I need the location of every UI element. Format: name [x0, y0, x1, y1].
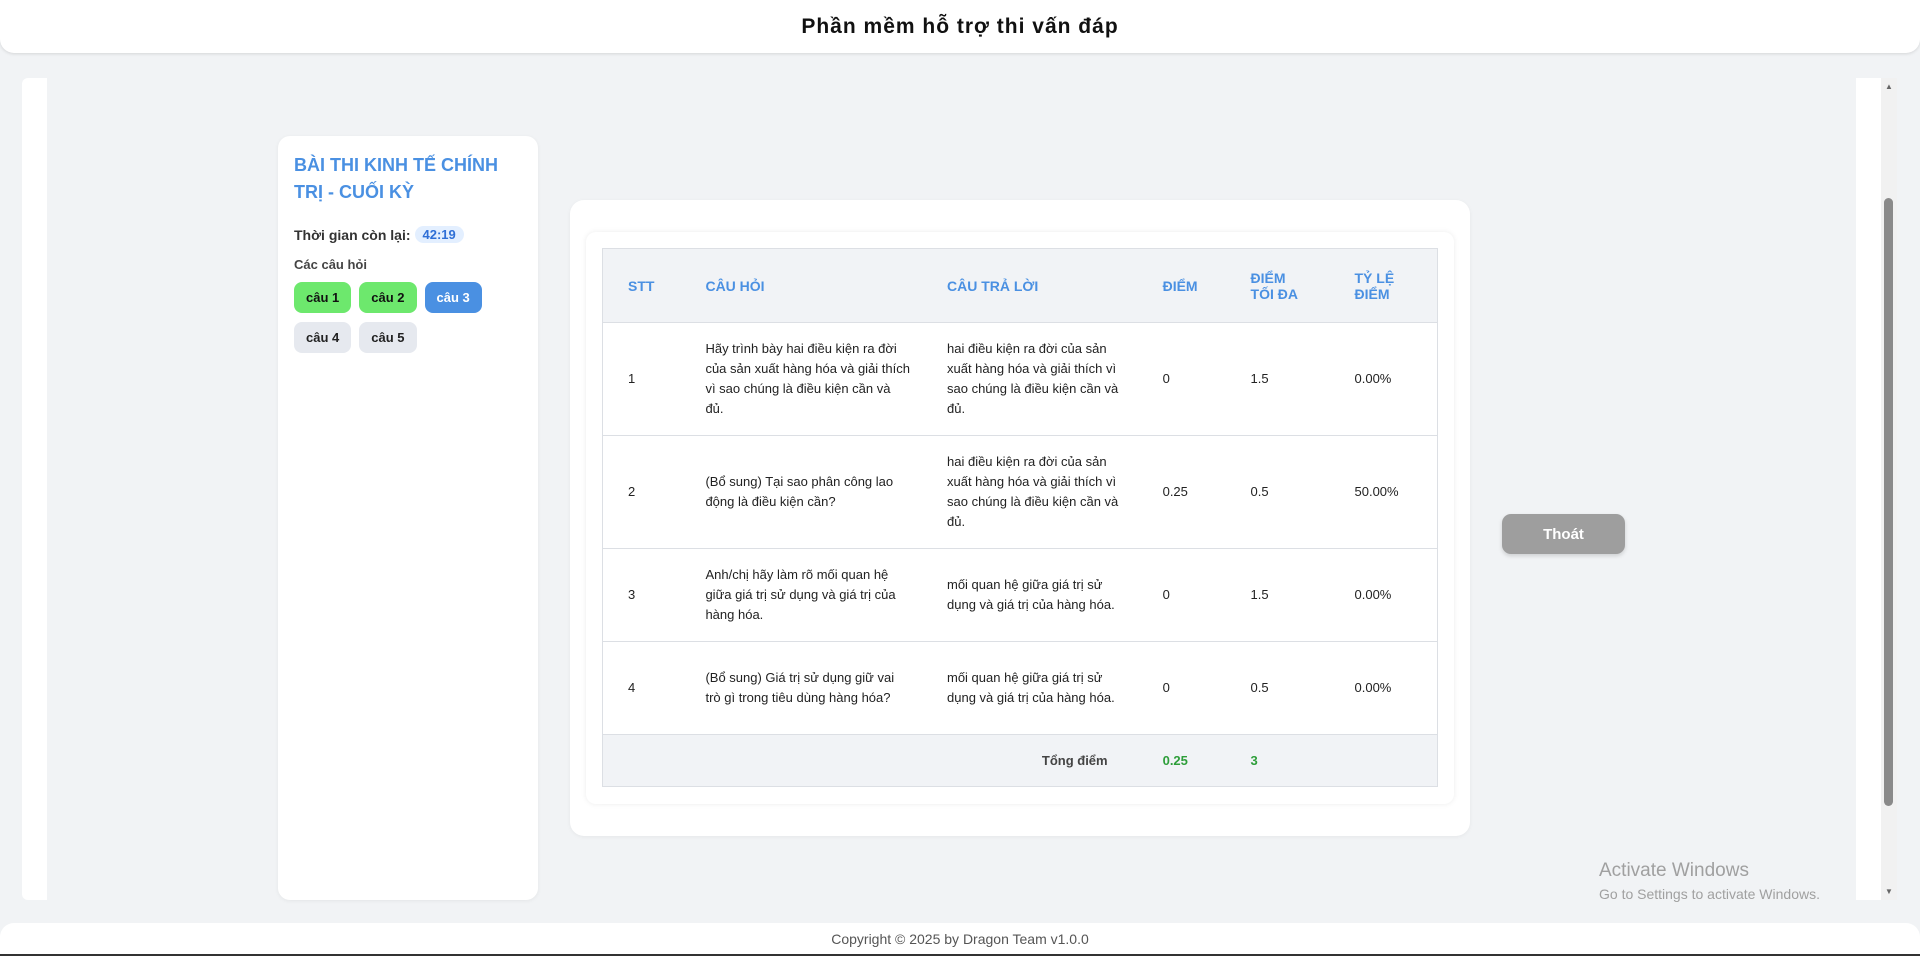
question-button-4[interactable]: câu 4 — [294, 322, 352, 353]
table-row: 3 Anh/chị hãy làm rõ mối quan hệ giữa gi… — [602, 548, 1438, 642]
results-card: STT CÂU HỎI CÂU TRẢ LỜI ĐIỂM ĐIỂM TỐI ĐA… — [570, 200, 1470, 836]
cell-question: Anh/chị hãy làm rõ mối quan hệ giữa giá … — [680, 548, 922, 642]
timer-badge: 42:19 — [414, 226, 464, 243]
cell-stt: 1 — [602, 322, 681, 436]
exam-title: BÀI THI KINH TẾ CHÍNH TRỊ - CUỐI KỲ — [294, 155, 498, 202]
cell-score: 0 — [1137, 548, 1226, 642]
app-header: Phần mềm hỗ trợ thi vấn đáp — [0, 0, 1920, 53]
cell-ratio: 0.00% — [1329, 322, 1438, 436]
cell-score: 0 — [1137, 641, 1226, 735]
cell-stt: 3 — [602, 548, 681, 642]
table-row: 2 (Bổ sung) Tại sao phân công lao động l… — [602, 435, 1438, 549]
column-header-stt: STT — [602, 248, 681, 323]
table-header-row: STT CÂU HỎI CÂU TRẢ LỜI ĐIỂM ĐIỂM TỐI ĐA… — [602, 248, 1438, 323]
total-empty-cell — [1329, 734, 1438, 787]
total-label: Tổng điểm — [602, 734, 1138, 787]
scroll-down-arrow-icon[interactable]: ▼ — [1885, 887, 1893, 896]
column-header-ratio: TỶ LỆ ĐIỂM — [1329, 248, 1438, 323]
total-row: Tổng điểm 0.25 3 — [602, 734, 1438, 787]
timer-row: Thời gian còn lại: 42:19 — [294, 226, 522, 243]
watermark-line-1: Activate Windows — [1599, 860, 1749, 881]
column-header-answer: CÂU TRẢ LỜI — [922, 248, 1138, 323]
question-button-5[interactable]: câu 5 — [359, 322, 417, 353]
questions-label: Các câu hỏi — [294, 257, 367, 272]
cell-ratio: 0.00% — [1329, 548, 1438, 642]
cell-score: 0 — [1137, 322, 1226, 436]
scrollbar[interactable]: ▲ ▼ — [1881, 78, 1897, 900]
cell-stt: 4 — [602, 641, 681, 735]
cell-question: Hãy trình bày hai điều kiện ra đời của s… — [680, 322, 922, 436]
results-table: STT CÂU HỎI CÂU TRẢ LỜI ĐIỂM ĐIỂM TỐI ĐA… — [602, 248, 1438, 787]
cell-ratio: 0.00% — [1329, 641, 1438, 735]
question-button-2[interactable]: câu 2 — [359, 282, 417, 313]
timer-label: Thời gian còn lại: — [294, 226, 411, 243]
cell-answer: hai điều kiện ra đời của sản xuất hàng h… — [922, 322, 1138, 436]
cell-stt: 2 — [602, 435, 681, 549]
cell-max-score: 0.5 — [1225, 435, 1330, 549]
exam-sidebar: BÀI THI KINH TẾ CHÍNH TRỊ - CUỐI KỲ Thời… — [278, 136, 538, 900]
column-header-question: CÂU HỎI — [680, 248, 922, 323]
cell-max-score: 1.5 — [1225, 322, 1330, 436]
cell-question: (Bổ sung) Tại sao phân công lao động là … — [680, 435, 922, 549]
question-nav: câu 1 câu 2 câu 3 câu 4 câu 5 — [294, 282, 514, 353]
cell-max-score: 0.5 — [1225, 641, 1330, 735]
question-button-1[interactable]: câu 1 — [294, 282, 352, 313]
app-title: Phần mềm hỗ trợ thi vấn đáp — [801, 14, 1119, 38]
cell-answer: mối quan hệ giữa giá trị sử dụng và giá … — [922, 548, 1138, 642]
watermark-line-2: Go to Settings to activate Windows. — [1599, 886, 1820, 902]
cell-max-score: 1.5 — [1225, 548, 1330, 642]
exit-button[interactable]: Thoát — [1502, 514, 1625, 554]
table-row: 4 (Bổ sung) Giá trị sử dụng giữ vai trò … — [602, 641, 1438, 735]
cell-answer: mối quan hệ giữa giá trị sử dụng và giá … — [922, 641, 1138, 735]
table-row: 1 Hãy trình bày hai điều kiện ra đời của… — [602, 322, 1438, 436]
results-panel: STT CÂU HỎI CÂU TRẢ LỜI ĐIỂM ĐIỂM TỐI ĐA… — [586, 232, 1454, 804]
total-score: 0.25 — [1137, 734, 1226, 787]
question-button-3[interactable]: câu 3 — [424, 282, 482, 313]
windows-activation-watermark: Activate Windows Go to Settings to activ… — [1599, 860, 1820, 902]
copyright-text: Copyright © 2025 by Dragon Team v1.0.0 — [831, 930, 1089, 947]
scroll-thumb[interactable] — [1884, 198, 1893, 806]
total-max-score: 3 — [1225, 734, 1330, 787]
cell-answer: hai điều kiện ra đời của sản xuất hàng h… — [922, 435, 1138, 549]
column-header-score: ĐIỂM — [1137, 248, 1226, 323]
cell-ratio: 50.00% — [1329, 435, 1438, 549]
column-header-max-score: ĐIỂM TỐI ĐA — [1225, 248, 1330, 323]
cell-question: (Bổ sung) Giá trị sử dụng giữ vai trò gì… — [680, 641, 922, 735]
app-footer: Copyright © 2025 by Dragon Team v1.0.0 — [0, 923, 1920, 956]
cell-score: 0.25 — [1137, 435, 1226, 549]
scroll-up-arrow-icon[interactable]: ▲ — [1885, 82, 1893, 91]
